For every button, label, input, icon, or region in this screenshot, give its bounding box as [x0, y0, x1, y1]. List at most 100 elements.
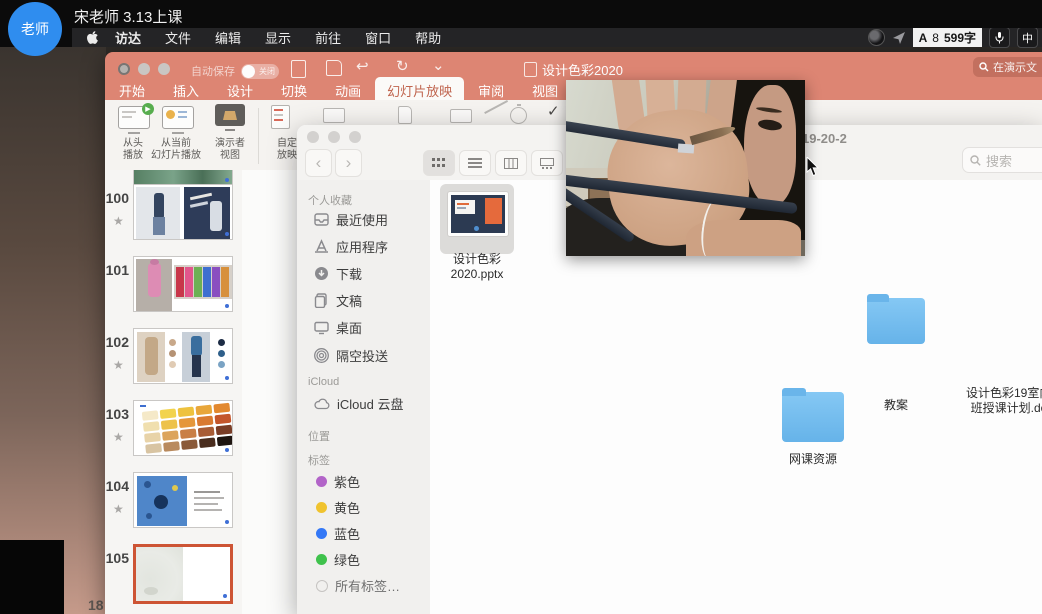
- slide-thumbnail[interactable]: [133, 184, 233, 240]
- star-icon: ★: [113, 214, 124, 228]
- slide-size-icon[interactable]: [450, 109, 472, 123]
- file-pptx-label[interactable]: 设计色彩2020.pptx: [435, 252, 519, 282]
- minimize-button[interactable]: [328, 131, 340, 143]
- stopwatch-icon[interactable]: [510, 107, 527, 124]
- back-button[interactable]: ‹: [305, 149, 332, 177]
- menu-file[interactable]: 文件: [165, 28, 191, 47]
- document-icon: [524, 62, 537, 77]
- browser-status-icon[interactable]: [868, 29, 885, 46]
- folder-jiaoan-icon[interactable]: [867, 298, 925, 344]
- sidebar-item-icloud-drive[interactable]: iCloud 云盘: [314, 394, 403, 413]
- sidebar-item-airdrop[interactable]: 隔空投送: [314, 346, 388, 365]
- columns-icon: [504, 158, 518, 169]
- slide-number: 100: [105, 190, 129, 206]
- column-view-button[interactable]: [495, 150, 527, 176]
- tab-view[interactable]: 视图: [518, 78, 572, 103]
- menubar-status-items: A 8 599字 中: [868, 27, 1042, 48]
- close-button[interactable]: [307, 131, 319, 143]
- adobe-icon: A: [919, 31, 928, 45]
- zoom-button[interactable]: [349, 131, 361, 143]
- sidebar-tag-green[interactable]: 绿色: [314, 550, 360, 569]
- ppt-search-placeholder: 在演示文: [993, 59, 1037, 75]
- desktop-icon: [314, 320, 329, 335]
- tab-insert[interactable]: 插入: [159, 78, 213, 103]
- slide-thumbnail[interactable]: [133, 400, 233, 456]
- list-icon: [468, 158, 482, 169]
- slide-thumbnail[interactable]: [133, 256, 233, 312]
- play-from-start-icon[interactable]: ▶: [118, 106, 150, 129]
- sidebar-header-tags: 标签: [308, 452, 330, 468]
- file-doc-label[interactable]: 设计色彩19室内1班授课计划.doc: [952, 386, 1042, 416]
- slide-number: 105: [105, 550, 129, 566]
- tab-home[interactable]: 开始: [105, 78, 159, 103]
- rehearse-icon[interactable]: [323, 108, 345, 123]
- sidebar-tag-yellow[interactable]: 黄色: [314, 498, 360, 517]
- tab-review[interactable]: 审阅: [464, 78, 518, 103]
- folder-wangke-icon[interactable]: [782, 392, 844, 442]
- tab-animations[interactable]: 动画: [321, 78, 375, 103]
- ppt-search-field[interactable]: 在演示文: [973, 57, 1042, 77]
- finder-sidebar: 个人收藏 最近使用 应用程序 下载 文稿 桌面: [297, 180, 431, 614]
- sidebar-item-recents[interactable]: 最近使用: [314, 210, 388, 229]
- file-pptx-icon[interactable]: [447, 191, 509, 237]
- sidebar-item-downloads[interactable]: 下载: [314, 264, 362, 283]
- meeting-title: 宋老师 3.13上课: [74, 6, 182, 27]
- menu-edit[interactable]: 编辑: [215, 28, 241, 47]
- sidebar-all-tags[interactable]: 所有标签…: [314, 576, 400, 595]
- finder-search-field[interactable]: 搜索: [962, 147, 1042, 173]
- microphone-status-icon[interactable]: [989, 27, 1010, 48]
- slide-thumbnail[interactable]: [133, 328, 233, 384]
- input-method-icon[interactable]: 中: [1017, 27, 1038, 48]
- play-from-current-icon[interactable]: [162, 106, 194, 129]
- checkmark-icon[interactable]: ✓: [547, 102, 560, 120]
- macos-menubar: 访达 文件 编辑 显示 前往 窗口 帮助 A 8 599字 中: [72, 28, 1042, 47]
- ppt-editing-area: [242, 170, 303, 614]
- slide-number: 104: [105, 478, 129, 494]
- grid-icon: [432, 158, 446, 169]
- search-icon: [979, 62, 989, 72]
- tab-transitions[interactable]: 切换: [267, 78, 321, 103]
- all-tags-icon: [316, 580, 328, 592]
- word-count-widget[interactable]: A 8 599字: [913, 28, 982, 47]
- ppt-window-title-area: 设计色彩2020: [105, 60, 1042, 79]
- word-count: 599字: [944, 29, 976, 46]
- slide-thumbnail[interactable]: [133, 472, 233, 528]
- tab-design[interactable]: 设计: [213, 78, 267, 103]
- sidebar-tag-blue[interactable]: 蓝色: [314, 524, 360, 543]
- forward-button[interactable]: ›: [335, 149, 362, 177]
- sidebar-item-documents[interactable]: 文稿: [314, 291, 362, 310]
- folder-wangke-label[interactable]: 网课资源: [778, 452, 848, 467]
- webcam-face: [744, 85, 796, 205]
- menu-view[interactable]: 显示: [265, 28, 291, 47]
- tag-dot-yellow: [316, 502, 327, 513]
- menu-help[interactable]: 帮助: [415, 28, 441, 47]
- ppt-window-title: 设计色彩2020: [542, 63, 623, 78]
- star-icon: ★: [113, 502, 124, 516]
- sidebar-item-applications[interactable]: 应用程序: [314, 237, 388, 256]
- menu-go[interactable]: 前往: [315, 28, 341, 47]
- desktop-wallpaper: [0, 47, 106, 614]
- custom-show-icon[interactable]: [271, 105, 290, 129]
- folder-jiaoan-label[interactable]: 教案: [862, 398, 930, 413]
- webcam-video-window[interactable]: [566, 80, 805, 256]
- desktop-dark-region: [0, 540, 64, 614]
- menubar-items: 访达 文件 编辑 显示 前往 窗口 帮助: [115, 28, 441, 47]
- apple-logo-icon[interactable]: [86, 30, 99, 45]
- menu-finder[interactable]: 访达: [115, 28, 141, 47]
- list-view-button[interactable]: [459, 150, 491, 176]
- slide-thumbnail-selected[interactable]: [133, 544, 233, 604]
- icon-view-button[interactable]: [423, 150, 455, 176]
- gallery-view-button[interactable]: [531, 150, 563, 176]
- cloud-icon: [314, 398, 330, 410]
- avatar-label: 老师: [21, 19, 49, 39]
- hide-slide-icon[interactable]: [484, 100, 508, 114]
- finder-traffic-lights[interactable]: [307, 131, 361, 143]
- applications-icon: [314, 239, 329, 254]
- export-slide-icon[interactable]: [398, 106, 412, 124]
- presenter-view-icon[interactable]: [215, 104, 245, 126]
- sidebar-tag-purple[interactable]: 紫色: [314, 472, 360, 491]
- menu-window[interactable]: 窗口: [365, 28, 391, 47]
- location-arrow-icon[interactable]: [892, 31, 906, 45]
- mouse-cursor: [806, 157, 821, 182]
- sidebar-item-desktop[interactable]: 桌面: [314, 318, 362, 337]
